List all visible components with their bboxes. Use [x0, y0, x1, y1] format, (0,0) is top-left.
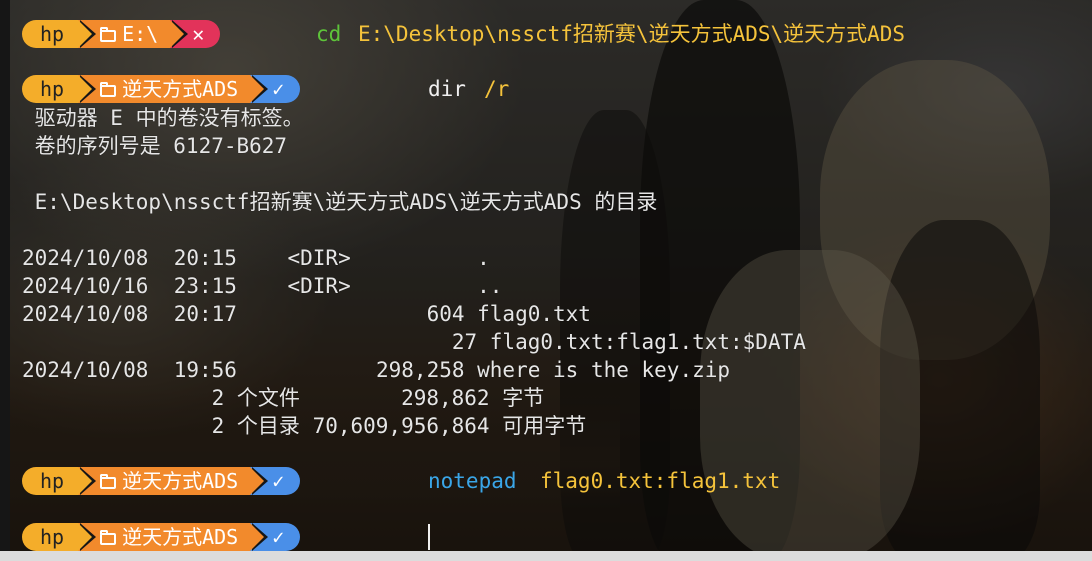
output-dir-entry: 2024/10/08 20:15 <DIR> .	[22, 246, 490, 270]
prompt-user: hp	[40, 22, 65, 46]
output-volume-label: 驱动器 E 中的卷没有标签。	[22, 106, 304, 130]
check-icon: ✓	[272, 525, 285, 549]
prompt-user-segment: hp	[22, 75, 97, 103]
prompt-path: 逆天方式ADS	[122, 469, 239, 493]
folder-icon	[100, 474, 117, 489]
folder-icon	[100, 27, 117, 42]
command-args: /r	[484, 77, 510, 101]
prompt-path: 逆天方式ADS	[122, 77, 239, 101]
prompt-user-segment: hp	[22, 20, 97, 48]
command-args: E:\Desktop\nssctf招新赛\逆天方式ADS\逆天方式ADS	[358, 22, 906, 46]
prompt-line: hp E:\ ✕	[22, 20, 221, 48]
prompt-user: hp	[40, 77, 65, 101]
command-name: cd	[316, 22, 342, 46]
prompt-line: hp 逆天方式ADS ✓	[22, 467, 301, 495]
check-icon: ✓	[272, 469, 285, 493]
output-file-summary: 2 个文件 298,862 字节	[22, 386, 545, 410]
prompt-path: 逆天方式ADS	[122, 525, 239, 549]
output-volume-serial: 卷的序列号是 6127-B627	[22, 134, 288, 158]
prompt-line-active: hp 逆天方式ADS ✓	[22, 523, 301, 551]
output-dir-entry: 27 flag0.txt:flag1.txt:$DATA	[22, 330, 806, 354]
prompt-user: hp	[40, 525, 65, 549]
prompt-user-segment: hp	[22, 523, 97, 551]
prompt-path-segment: 逆天方式ADS	[78, 523, 269, 551]
check-icon: ✓	[272, 77, 285, 101]
folder-icon	[100, 530, 117, 545]
output-dir-summary: 2 个目录 70,609,956,864 可用字节	[22, 414, 587, 438]
command-name: notepad	[428, 469, 517, 493]
text-cursor[interactable]	[428, 524, 430, 550]
prompt-path-segment: 逆天方式ADS	[78, 467, 269, 495]
output-dir-entry: 2024/10/08 19:56 298,258 where is the ke…	[22, 358, 731, 382]
close-icon: ✕	[192, 22, 205, 46]
output-dir-entry: 2024/10/08 20:17 604 flag0.txt	[22, 302, 591, 326]
command-name: dir	[428, 77, 466, 101]
command-args: flag0.txt:flag1.txt	[540, 469, 781, 493]
prompt-path-segment: 逆天方式ADS	[78, 75, 269, 103]
output-directory-of: E:\Desktop\nssctf招新赛\逆天方式ADS\逆天方式ADS 的目录	[22, 190, 658, 214]
output-dir-entry: 2024/10/16 23:15 <DIR> ..	[22, 274, 503, 298]
prompt-path: E:\	[122, 22, 159, 46]
prompt-line: hp 逆天方式ADS ✓	[22, 75, 301, 103]
folder-icon	[100, 82, 117, 97]
prompt-user-segment: hp	[22, 467, 97, 495]
prompt-user: hp	[40, 469, 65, 493]
terminal-window[interactable]: hp E:\ ✕ cd E:\Desktop\nssctf招新赛\逆天方式ADS…	[0, 0, 1092, 561]
